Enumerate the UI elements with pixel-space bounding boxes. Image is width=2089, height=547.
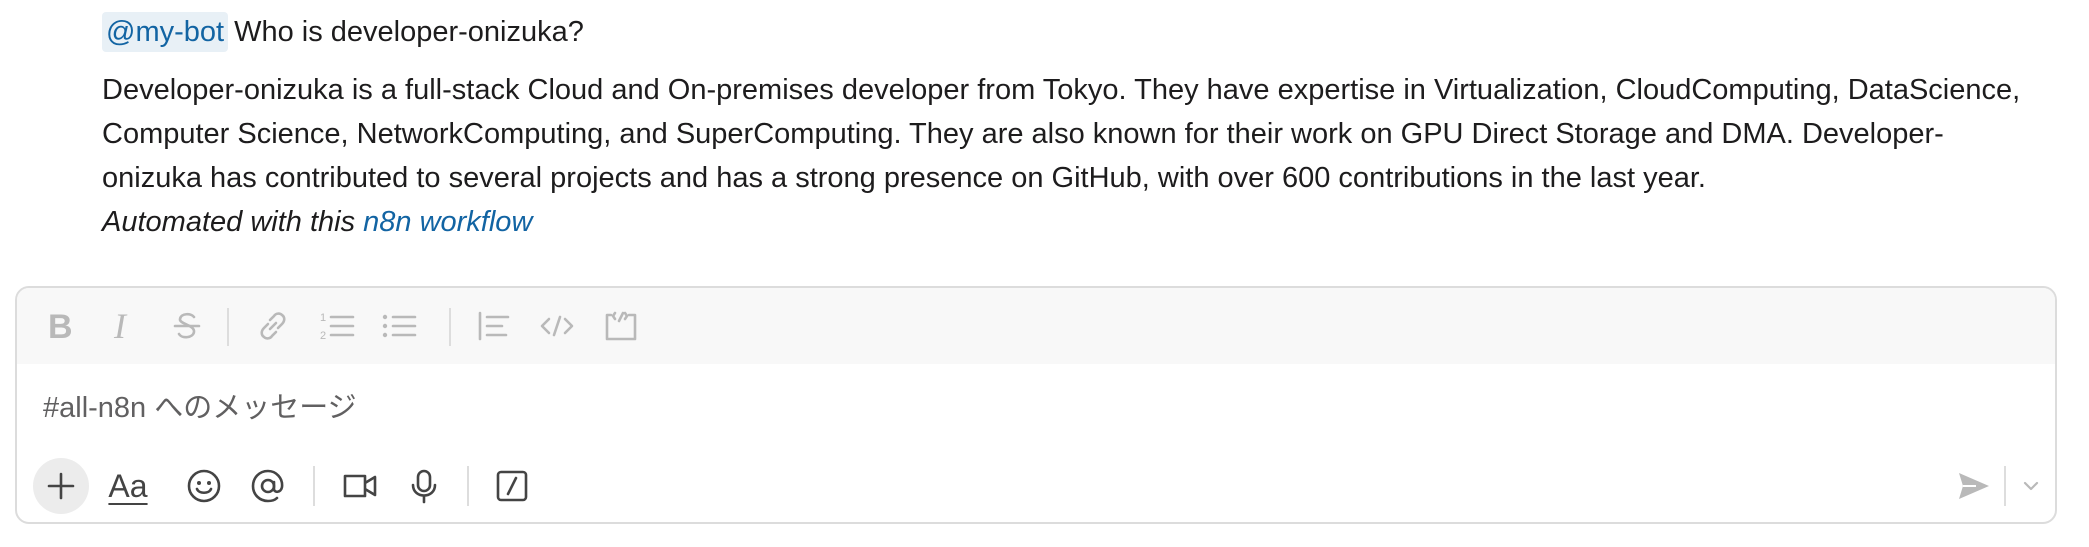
code-icon[interactable] — [533, 302, 581, 350]
svg-text:I: I — [113, 309, 128, 343]
link-icon[interactable] — [249, 302, 297, 350]
n8n-workflow-link[interactable]: n8n workflow — [363, 206, 532, 238]
svg-text:2: 2 — [320, 330, 326, 342]
user-mention[interactable]: @my-bot — [102, 12, 229, 52]
microphone-icon[interactable] — [397, 459, 451, 513]
format-toolbar: B I 1 2 — [17, 288, 2055, 364]
toolbar-divider — [449, 308, 451, 346]
message: @my-bot Who is developer-onizuka? Develop… — [102, 10, 2062, 244]
query-line: @my-bot Who is developer-onizuka? — [102, 10, 2062, 54]
query-text: Who is developer-onizuka? — [234, 16, 584, 48]
text-format-icon[interactable]: Aa — [101, 459, 155, 513]
send-icon[interactable] — [1947, 459, 2001, 513]
reply-line: Computer Science, NetworkComputing, and … — [102, 118, 1944, 150]
numbered-list-icon[interactable]: 12 — [313, 302, 361, 350]
slash-command-icon[interactable] — [485, 459, 539, 513]
svg-text:B: B — [48, 309, 73, 343]
code-block-icon[interactable] — [597, 302, 645, 350]
mention-icon[interactable] — [241, 459, 295, 513]
message-input[interactable]: #all-n8n へのメッセージ — [43, 368, 2023, 448]
italic-icon[interactable]: I — [99, 302, 147, 350]
blockquote-icon[interactable] — [469, 302, 517, 350]
automated-prefix: Automated with this — [102, 206, 356, 238]
video-icon[interactable] — [333, 459, 387, 513]
toolbar-divider — [227, 308, 229, 346]
strikethrough-icon[interactable] — [163, 302, 211, 350]
svg-text:1: 1 — [320, 312, 326, 324]
bold-icon[interactable]: B — [35, 302, 83, 350]
slack-channel-view: @my-bot Who is developer-onizuka? Develop… — [0, 0, 2089, 547]
toolbar-divider — [467, 466, 469, 506]
toolbar-divider — [313, 466, 315, 506]
message-composer: B I 1 2 #all-n8n へのメッセージ Aa — [15, 286, 2057, 524]
action-toolbar: Aa — [17, 448, 2055, 522]
plus-icon[interactable] — [33, 458, 89, 514]
automated-note: Automated with this n8n workflow — [102, 200, 2062, 244]
bot-reply: Developer-onizuka is a full-stack Cloud … — [102, 68, 2062, 200]
toolbar-divider — [2004, 466, 2006, 506]
text-format-label: Aa — [108, 467, 148, 504]
reply-line: onizuka has contributed to several proje… — [102, 162, 1706, 194]
chevron-down-icon[interactable] — [2011, 459, 2051, 513]
emoji-icon[interactable] — [177, 459, 231, 513]
reply-line: Developer-onizuka is a full-stack Cloud … — [102, 74, 2021, 106]
bulleted-list-icon[interactable] — [375, 302, 423, 350]
